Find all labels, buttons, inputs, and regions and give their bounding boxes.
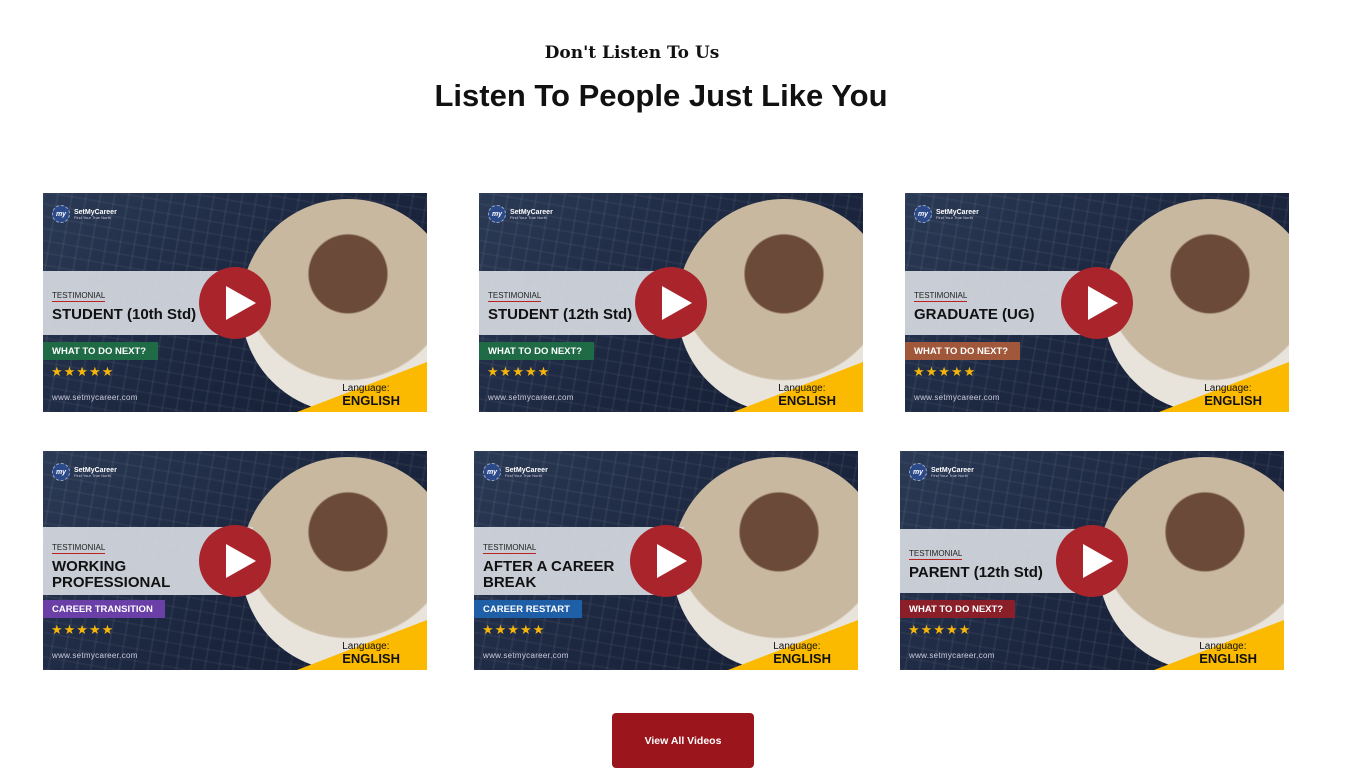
language-badge: Language: ENGLISH: [1204, 383, 1262, 407]
website-url: www.setmycareer.com: [909, 651, 995, 660]
star-rating: ★★★★★: [482, 622, 546, 637]
testimonial-video-card[interactable]: my SetMyCareer Find Your True North TESTIM…: [43, 451, 427, 670]
logo-icon: my: [52, 463, 70, 481]
website-url: www.setmycareer.com: [483, 651, 569, 660]
brand-tagline: Find Your True North: [936, 214, 973, 220]
language-value: ENGLISH: [1199, 651, 1257, 666]
brand-tagline: Find Your True North: [74, 472, 111, 478]
section-title: Listen To People Just Like You: [434, 78, 888, 113]
testimonial-video-card[interactable]: my SetMyCareer Find Your True North TESTIM…: [474, 451, 858, 670]
language-value: ENGLISH: [773, 651, 831, 666]
star-rating: ★★★★★: [913, 364, 977, 379]
topic-tag: WHAT TO DO NEXT?: [479, 342, 595, 360]
play-icon[interactable]: [635, 267, 707, 339]
section-kicker: Don't Listen To Us: [544, 43, 720, 63]
play-icon[interactable]: [1061, 267, 1133, 339]
testimonial-video-card[interactable]: my SetMyCareer Find Your True North TESTIM…: [479, 193, 863, 412]
star-rating: ★★★★★: [51, 364, 115, 379]
language-value: ENGLISH: [342, 393, 400, 408]
brand-logo: my SetMyCareer Find Your True North: [914, 205, 979, 223]
topic-tag: CAREER TRANSITION: [43, 600, 165, 618]
language-value: ENGLISH: [1204, 393, 1262, 408]
language-badge: Language: ENGLISH: [778, 383, 836, 407]
brand-tagline: Find Your True North: [931, 472, 968, 478]
testimonial-label: TESTIMONIAL: [488, 291, 542, 302]
language-value: ENGLISH: [778, 393, 836, 408]
brand-logo: my SetMyCareer Find Your True North: [52, 463, 117, 481]
testimonial-title: AFTER A CAREER BREAK: [483, 558, 615, 591]
testimonial-video-card[interactable]: my SetMyCareer Find Your True North TESTIM…: [900, 451, 1284, 670]
logo-icon: my: [914, 205, 932, 223]
logo-icon: my: [488, 205, 506, 223]
topic-tag: CAREER RESTART: [474, 600, 582, 618]
logo-icon: my: [909, 463, 927, 481]
brand-tagline: Find Your True North: [505, 472, 542, 478]
brand-logo: my SetMyCareer Find Your True North: [488, 205, 553, 223]
website-url: www.setmycareer.com: [52, 651, 138, 660]
brand-logo: my SetMyCareer Find Your True North: [483, 463, 548, 481]
topic-tag: WHAT TO DO NEXT?: [900, 600, 1016, 618]
language-badge: Language: ENGLISH: [342, 383, 400, 407]
topic-tag: WHAT TO DO NEXT?: [905, 342, 1021, 360]
brand-tagline: Find Your True North: [510, 214, 547, 220]
language-badge: Language: ENGLISH: [1199, 641, 1257, 665]
star-rating: ★★★★★: [51, 622, 115, 637]
star-rating: ★★★★★: [487, 364, 551, 379]
topic-tag: WHAT TO DO NEXT?: [43, 342, 159, 360]
testimonial-video-card[interactable]: my SetMyCareer Find Your True North TESTIM…: [43, 193, 427, 412]
testimonial-label: TESTIMONIAL: [914, 291, 968, 302]
brand-logo: my SetMyCareer Find Your True North: [909, 463, 974, 481]
testimonial-title: WORKING PROFESSIONAL: [52, 558, 171, 591]
play-icon[interactable]: [199, 525, 271, 597]
star-rating: ★★★★★: [908, 622, 972, 637]
language-value: ENGLISH: [342, 651, 400, 666]
language-badge: Language: ENGLISH: [342, 641, 400, 665]
logo-icon: my: [52, 205, 70, 223]
language-badge: Language: ENGLISH: [773, 641, 831, 665]
testimonial-video-card[interactable]: my SetMyCareer Find Your True North TESTIM…: [905, 193, 1289, 412]
view-all-videos-button[interactable]: View All Videos: [612, 713, 754, 768]
logo-icon: my: [483, 463, 501, 481]
testimonial-label: TESTIMONIAL: [52, 291, 106, 302]
testimonial-label: TESTIMONIAL: [52, 543, 106, 554]
play-icon[interactable]: [630, 525, 702, 597]
website-url: www.setmycareer.com: [488, 393, 574, 402]
brand-tagline: Find Your True North: [74, 214, 111, 220]
testimonial-label: TESTIMONIAL: [909, 549, 963, 560]
play-icon[interactable]: [199, 267, 271, 339]
brand-logo: my SetMyCareer Find Your True North: [52, 205, 117, 223]
testimonial-label: TESTIMONIAL: [483, 543, 537, 554]
website-url: www.setmycareer.com: [52, 393, 138, 402]
website-url: www.setmycareer.com: [914, 393, 1000, 402]
play-icon[interactable]: [1056, 525, 1128, 597]
